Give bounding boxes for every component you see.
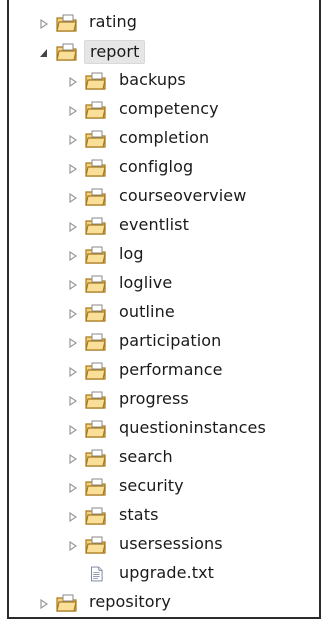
tree-item-label: backups <box>119 70 186 89</box>
package-folder-icon <box>56 43 77 61</box>
expand-arrow-icon[interactable] <box>68 454 78 464</box>
expand-arrow-icon[interactable] <box>68 135 78 145</box>
tree-item-report[interactable]: report <box>9 37 319 66</box>
package-folder-icon <box>85 536 106 554</box>
package-folder-icon <box>56 594 77 612</box>
package-folder-icon <box>85 217 106 235</box>
expand-arrow-icon[interactable] <box>68 483 78 493</box>
expand-arrow-icon[interactable] <box>68 512 78 522</box>
tree-item-log[interactable]: log <box>9 240 319 269</box>
tree-item-label: eventlist <box>119 215 189 234</box>
tree-item-label: loglive <box>119 273 173 292</box>
package-folder-icon <box>85 362 106 380</box>
tree-item-label: completion <box>119 128 210 147</box>
tree-item-label: outline <box>119 302 175 321</box>
package-folder-icon <box>85 130 106 148</box>
expand-arrow-icon[interactable] <box>68 251 78 261</box>
package-folder-icon <box>85 391 106 409</box>
tree-item-configlog[interactable]: configlog <box>9 153 319 182</box>
package-folder-icon <box>85 478 106 496</box>
file-tree: rating report backups competency completio… <box>9 8 319 617</box>
tree-item-participation[interactable]: participation <box>9 327 319 356</box>
tree-item-label: questioninstances <box>119 418 266 437</box>
tree-item-label: configlog <box>119 157 194 176</box>
expand-arrow-icon[interactable] <box>68 193 78 203</box>
expand-arrow-icon[interactable] <box>68 367 78 377</box>
tree-item-completion[interactable]: completion <box>9 124 319 153</box>
expand-arrow-icon[interactable] <box>68 338 78 348</box>
expand-arrow-icon[interactable] <box>68 396 78 406</box>
tree-item-usersessions[interactable]: usersessions <box>9 530 319 559</box>
tree-item-outline[interactable]: outline <box>9 298 319 327</box>
tree-item-label: repository <box>89 592 171 611</box>
expand-arrow-icon[interactable] <box>68 77 78 87</box>
collapse-arrow-icon[interactable] <box>39 48 49 58</box>
tree-item-performance[interactable]: performance <box>9 356 319 385</box>
package-folder-icon <box>85 159 106 177</box>
tree-item-label: report <box>84 40 146 64</box>
tree-item-progress[interactable]: progress <box>9 385 319 414</box>
tree-item-rating[interactable]: rating <box>9 8 319 37</box>
package-folder-icon <box>85 72 106 90</box>
tree-item-label: performance <box>119 360 223 379</box>
tree-item-label: courseoverview <box>119 186 247 205</box>
tree-item-upgrade-txt[interactable]: upgrade.txt <box>9 559 319 588</box>
tree-item-label: security <box>119 476 184 495</box>
tree-item-label: search <box>119 447 173 466</box>
tree-item-loglive[interactable]: loglive <box>9 269 319 298</box>
expand-arrow-icon[interactable] <box>68 164 78 174</box>
tree-item-eventlist[interactable]: eventlist <box>9 211 319 240</box>
package-folder-icon <box>85 449 106 467</box>
expand-arrow-icon[interactable] <box>68 222 78 232</box>
expand-arrow-icon[interactable] <box>39 599 49 609</box>
tree-item-label: participation <box>119 331 222 350</box>
expand-arrow-icon[interactable] <box>39 19 49 29</box>
tree-item-backups[interactable]: backups <box>9 66 319 95</box>
tree-item-security[interactable]: security <box>9 472 319 501</box>
expand-arrow-icon[interactable] <box>68 309 78 319</box>
text-file-icon <box>91 566 103 582</box>
package-folder-icon <box>85 507 106 525</box>
package-folder-icon <box>85 246 106 264</box>
package-folder-icon <box>85 333 106 351</box>
tree-item-search[interactable]: search <box>9 443 319 472</box>
tree-item-courseoverview[interactable]: courseoverview <box>9 182 319 211</box>
expand-arrow-icon[interactable] <box>68 541 78 551</box>
tree-item-label: progress <box>119 389 189 408</box>
tree-item-repository[interactable]: repository <box>9 588 319 617</box>
package-folder-icon <box>85 188 106 206</box>
tree-item-competency[interactable]: competency <box>9 95 319 124</box>
package-folder-icon <box>85 275 106 293</box>
tree-item-label: log <box>119 244 144 263</box>
expand-arrow-icon[interactable] <box>68 425 78 435</box>
tree-item-label: upgrade.txt <box>119 563 215 582</box>
tree-item-label: rating <box>89 12 137 31</box>
tree-item-label: stats <box>119 505 159 524</box>
tree-item-label: competency <box>119 99 219 118</box>
package-folder-icon <box>85 101 106 119</box>
package-folder-icon <box>85 420 106 438</box>
expand-arrow-icon[interactable] <box>68 280 78 290</box>
expand-arrow-icon[interactable] <box>68 106 78 116</box>
project-explorer-panel: rating report backups competency completio… <box>7 0 321 619</box>
package-folder-icon <box>56 14 77 32</box>
tree-item-stats[interactable]: stats <box>9 501 319 530</box>
tree-item-questioninstances[interactable]: questioninstances <box>9 414 319 443</box>
package-folder-icon <box>85 304 106 322</box>
tree-item-label: usersessions <box>119 534 223 553</box>
